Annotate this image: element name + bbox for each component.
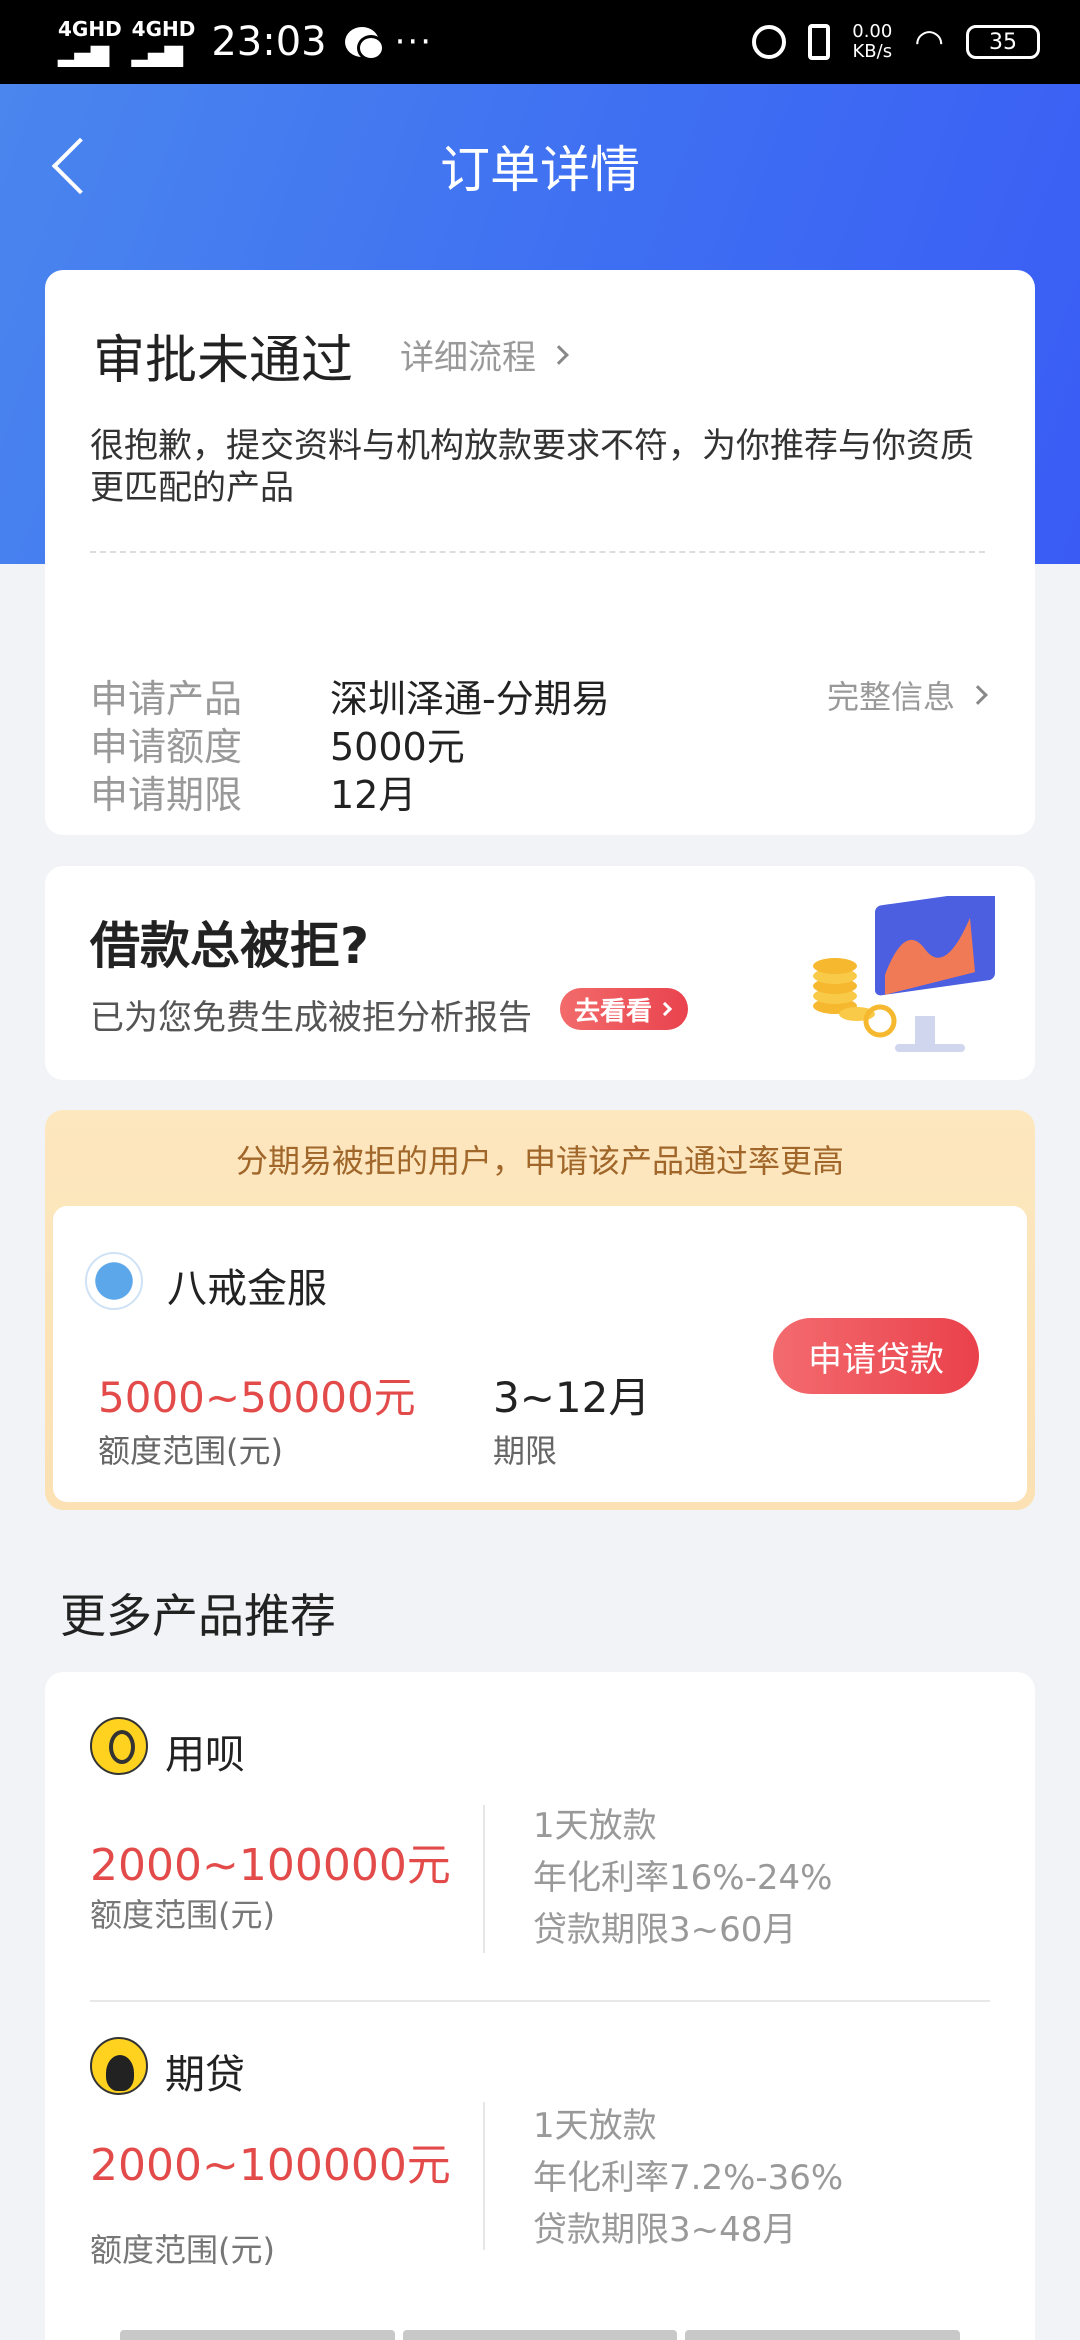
- info-row-term: 申请期限 12月: [90, 764, 985, 817]
- info-label: 申请额度: [90, 725, 243, 769]
- product-name: 八戒金服: [167, 1266, 327, 1312]
- list-item[interactable]: 期贷 2000~100000元 额度范围(元) 1天放款 年化利率7.2%-36…: [45, 2002, 1035, 2332]
- feature-text: 贷款期限3~48月: [533, 2210, 797, 2250]
- info-label: 申请期限: [90, 773, 243, 817]
- vibrate-icon: [808, 24, 831, 60]
- network-indicator-1: 4GHD ▂▄▆: [58, 17, 122, 67]
- recommend-tip: 分期易被拒的用户，申请该产品通过率更高: [235, 1142, 844, 1180]
- info-row-amount: 申请额度 5000元: [90, 716, 985, 769]
- banner-subtitle: 已为您免费生成被拒分析报告: [90, 998, 532, 1038]
- feature-text: 年化利率7.2%-36%: [533, 2158, 844, 2198]
- feature-text: 1天放款: [533, 2106, 657, 2146]
- amount-range: 5000~50000元: [98, 1373, 416, 1422]
- amount-range-label: 额度范围(元): [98, 1432, 283, 1470]
- dashed-divider: [90, 551, 985, 553]
- view-report-button[interactable]: 去看看: [560, 988, 689, 1030]
- wifi-icon: ◠: [914, 22, 944, 62]
- network-indicator-2: 4GHD ▂▄▆: [131, 17, 196, 67]
- term-label: 期限: [493, 1432, 558, 1470]
- order-status-card: 审批未通过 详细流程 很抱歉，提交资料与机构放款要求不符，为你推荐与你资质更匹配…: [45, 270, 1035, 835]
- approval-status: 审批未通过: [93, 331, 354, 391]
- more-notifications: ···: [394, 22, 434, 62]
- recommended-product-card: 分期易被拒的用户，申请该产品通过率更高 八戒金服 5000~50000元 额度范…: [45, 1110, 1035, 1510]
- more-products-list: 用呗 2000~100000元 额度范围(元) 1天放款 年化利率16%-24%…: [45, 1672, 1035, 2340]
- wechat-icon: [344, 27, 385, 61]
- info-row-product: 申请产品 深圳泽通-分期易 完整信息: [90, 668, 988, 721]
- amount-range: 2000~100000元: [90, 2140, 451, 2191]
- term-range: 3~12月: [493, 1373, 651, 1422]
- info-value: 5000元: [330, 725, 465, 769]
- info-label: 申请产品: [90, 677, 243, 721]
- rejection-analysis-banner[interactable]: 借款总被拒? 已为您免费生成被拒分析报告 去看看: [45, 866, 1035, 1080]
- qidai-logo-icon: [90, 2037, 148, 2095]
- feature-text: 贷款期限3~60月: [533, 1910, 797, 1950]
- view-report-label: 去看看: [574, 996, 653, 1027]
- rejection-message: 很抱歉，提交资料与机构放款要求不符，为你推荐与你资质更匹配的产品: [90, 426, 974, 508]
- battery-icon: 35: [966, 25, 1040, 59]
- chevron-right-icon: [657, 1001, 673, 1017]
- section-title: 更多产品推荐: [60, 1589, 336, 1643]
- report-illustration-icon: [813, 896, 995, 1052]
- yongbei-logo-icon: [90, 1717, 148, 1775]
- product-features: 1天放款 年化利率7.2%-36% 贷款期限3~48月: [533, 2100, 843, 2256]
- detail-flow-label: 详细流程: [400, 338, 536, 378]
- amount-range-label: 额度范围(元): [90, 2231, 275, 2269]
- nav-bar: 订单详情: [0, 84, 1080, 244]
- feature-text: 1天放款: [533, 1806, 657, 1846]
- bajie-logo-icon: [85, 1252, 143, 1310]
- status-bar: 4GHD ▂▄▆ 4GHD ▂▄▆ 23:03 ··· 0.00 KB/s ◠ 35: [0, 0, 1080, 84]
- page-title: 订单详情: [440, 141, 640, 199]
- detail-flow-link[interactable]: 详细流程: [400, 330, 569, 379]
- list-item[interactable]: 用呗 2000~100000元 额度范围(元) 1天放款 年化利率16%-24%…: [45, 1672, 1035, 2002]
- product-name: 用呗: [165, 1732, 245, 1778]
- info-value: 12月: [330, 773, 417, 817]
- apply-loan-button[interactable]: 申请贷款: [773, 1318, 979, 1394]
- recommended-product[interactable]: 八戒金服 5000~50000元 额度范围(元) 3~12月 期限 申请贷款: [53, 1206, 1027, 1502]
- vertical-divider: [483, 2102, 485, 2250]
- banner-title: 借款总被拒?: [90, 917, 370, 975]
- chevron-right-icon: [549, 344, 569, 365]
- network-speed: 0.00 KB/s: [852, 21, 893, 62]
- amount-range-label: 额度范围(元): [90, 1896, 275, 1934]
- full-info-link[interactable]: 完整信息: [826, 672, 988, 718]
- feature-text: 年化利率16%-24%: [533, 1858, 833, 1898]
- product-features: 1天放款 年化利率16%-24% 贷款期限3~60月: [533, 1800, 832, 1956]
- chevron-right-icon: [968, 685, 988, 705]
- product-name: 期贷: [165, 2052, 245, 2098]
- alarm-icon: [752, 25, 787, 59]
- status-time: 23:03: [211, 19, 327, 65]
- vertical-divider: [483, 1805, 485, 1953]
- amount-range: 2000~100000元: [90, 1840, 451, 1891]
- next-item-peek: [120, 2330, 961, 2340]
- full-info-label: 完整信息: [826, 678, 955, 716]
- info-value: 深圳泽通-分期易: [330, 677, 610, 721]
